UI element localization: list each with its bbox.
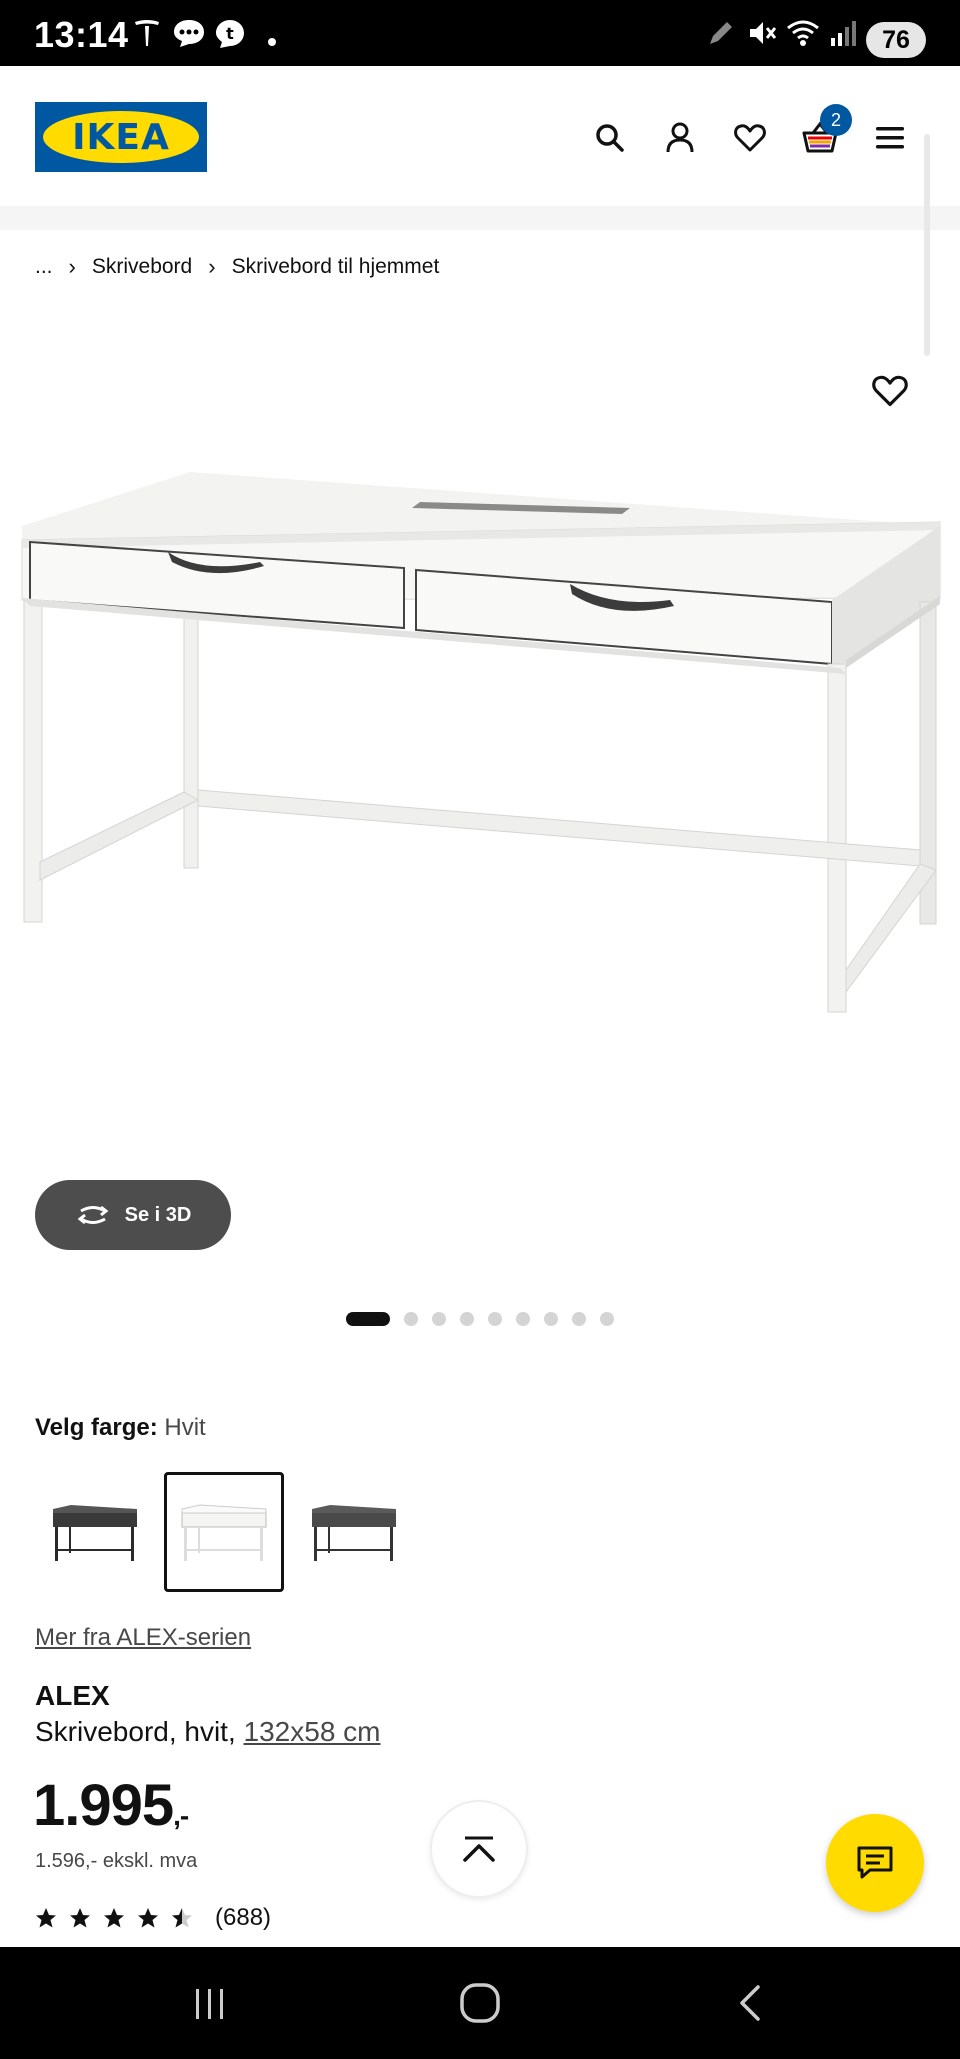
desk-thumbnail-white (181, 1504, 267, 1561)
chat-support-button[interactable] (826, 1814, 924, 1912)
price-value: 1.995 (33, 1773, 174, 1838)
carousel-dot[interactable] (600, 1312, 614, 1326)
breadcrumb-ellipsis[interactable]: ... (35, 255, 53, 279)
home-button[interactable] (450, 1977, 510, 2029)
carousel-dot[interactable] (544, 1312, 558, 1326)
heart-icon (872, 375, 908, 407)
back-button[interactable] (720, 1977, 780, 2029)
view-in-3d-label: Se i 3D (124, 1203, 192, 1226)
status-time: 13:14 (34, 14, 129, 55)
tesla-icon (135, 20, 159, 46)
search-icon (596, 124, 624, 152)
color-option-white[interactable] (164, 1472, 284, 1592)
rotate-3d-icon (77, 1205, 109, 1225)
price-suffix: ,- (173, 1800, 189, 1831)
chevron-up-icon (463, 1836, 495, 1862)
star-filled-icon (104, 1908, 124, 1928)
header-divider (0, 206, 960, 230)
color-option-black[interactable] (35, 1472, 155, 1592)
heart-icon (734, 124, 766, 152)
breadcrumb-item-current[interactable]: Skrivebord til hjemmet (232, 255, 440, 279)
star-half-icon (172, 1908, 192, 1928)
desk-thumbnail-black (53, 1505, 137, 1561)
view-in-3d-button[interactable]: Se i 3D (35, 1180, 231, 1250)
recent-apps-button[interactable] (180, 1977, 240, 2029)
color-selector-label: Velg farge: Hvit (35, 1414, 206, 1442)
series-link[interactable]: Mer fra ALEX-serien (35, 1624, 251, 1652)
chat-bubble-icon (174, 20, 204, 47)
user-icon (666, 122, 694, 153)
battery-indicator: 76 (866, 22, 926, 58)
search-button[interactable] (588, 116, 632, 160)
dot-icon (268, 38, 276, 46)
product-price: 1.995,- (33, 1772, 189, 1839)
star-filled-icon (138, 1908, 158, 1928)
back-icon (740, 1985, 760, 2021)
star-filled-icon (70, 1908, 90, 1928)
chat-icon (857, 1846, 893, 1879)
breadcrumb-separator-icon: › (208, 254, 216, 279)
wifi-icon (787, 20, 819, 46)
mute-icon (750, 22, 777, 44)
account-button[interactable] (658, 116, 702, 160)
carousel-dot[interactable] (572, 1312, 586, 1326)
carousel-dot[interactable] (516, 1312, 530, 1326)
carousel-dot[interactable] (488, 1312, 502, 1326)
color-option-grey[interactable] (294, 1472, 414, 1592)
svg-text:t: t (226, 24, 234, 43)
color-selected-value: Hvit (164, 1414, 206, 1441)
signal-icon (831, 21, 856, 46)
save-to-wishlist-button[interactable] (872, 374, 908, 410)
ikea-logo[interactable]: IKEA (35, 102, 207, 172)
breadcrumb: ... › Skrivebord › Skrivebord til hjemme… (35, 254, 439, 280)
image-carousel-indicator (346, 1312, 614, 1326)
system-navigation-bar (0, 1947, 960, 2059)
carousel-dot[interactable] (460, 1312, 474, 1326)
hamburger-menu-icon (876, 127, 904, 149)
product-type-text: Skrivebord, hvit, (35, 1716, 236, 1747)
scrollbar[interactable] (924, 134, 930, 356)
desk-thumbnail-grey (312, 1505, 396, 1561)
wishlist-button[interactable] (728, 116, 772, 160)
logo-oval: IKEA (43, 111, 199, 163)
cart-count-badge: 2 (820, 104, 852, 136)
carousel-dot[interactable] (432, 1312, 446, 1326)
scroll-to-top-button[interactable] (430, 1800, 528, 1898)
product-name: ALEX (35, 1680, 110, 1711)
product-rating[interactable]: (688) (33, 1904, 271, 1932)
pen-icon (710, 22, 732, 44)
home-icon (460, 1983, 500, 2023)
breadcrumb-separator-icon: › (68, 254, 76, 279)
carousel-dot[interactable] (404, 1312, 418, 1326)
price-excl-vat: 1.596,- ekskl. mva (35, 1850, 198, 1872)
menu-button[interactable] (868, 116, 912, 160)
breadcrumb-item-skrivebord[interactable]: Skrivebord (92, 255, 192, 279)
carousel-dot-active[interactable] (346, 1312, 390, 1326)
tumblr-notification-icon: t (216, 20, 244, 48)
product-size-link[interactable]: 132x58 cm (244, 1716, 381, 1747)
product-image-desk[interactable] (0, 450, 960, 1150)
product-description: Skrivebord, hvit, 132x58 cm (35, 1716, 381, 1748)
color-label-text: Velg farge: (35, 1414, 158, 1441)
star-filled-icon (36, 1908, 56, 1928)
recent-apps-icon (196, 1989, 223, 2019)
review-count[interactable]: (688) (215, 1904, 271, 1932)
site-header: IKEA 2 (0, 66, 960, 206)
logo-text: IKEA (72, 116, 170, 158)
status-bar: 13:14 t 76 (0, 0, 960, 66)
